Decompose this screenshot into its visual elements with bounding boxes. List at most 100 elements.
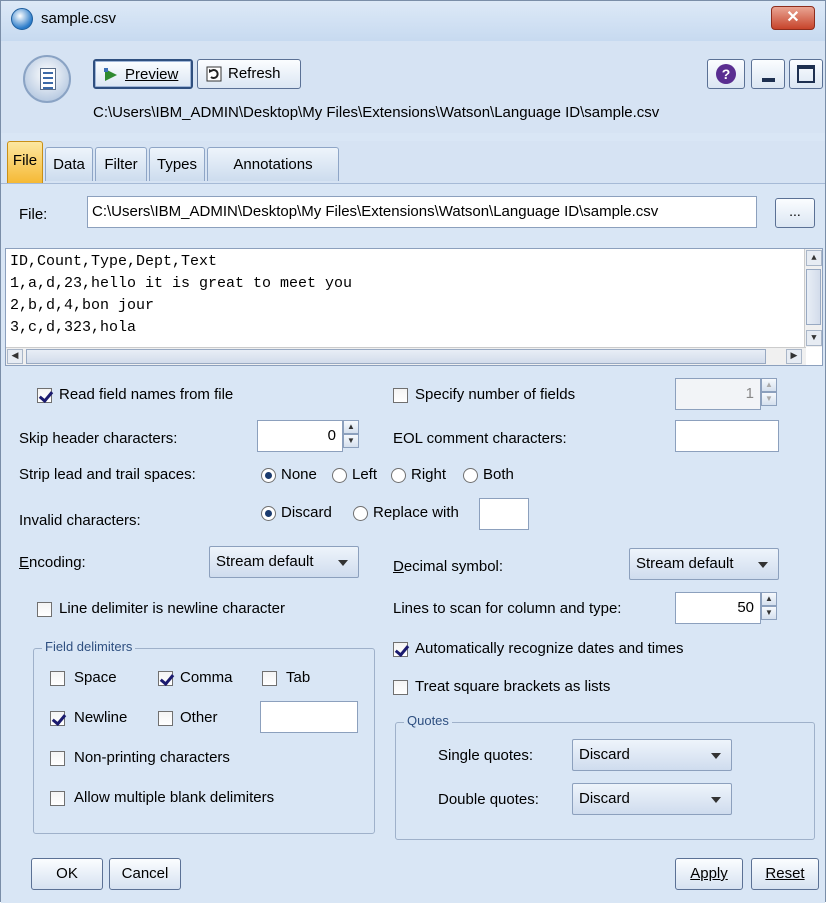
scroll-left-arrow-icon[interactable]: ◀: [7, 349, 23, 364]
refresh-icon: [206, 66, 222, 82]
space-label: Space: [74, 669, 117, 686]
invalid-chars-label: Invalid characters:: [19, 512, 141, 529]
num-fields-input: 1: [675, 378, 761, 410]
refresh-label: Refresh: [228, 65, 281, 82]
refresh-button[interactable]: Refresh: [197, 59, 301, 89]
encoding-value: Stream default: [216, 553, 314, 570]
invalid-discard-radio[interactable]: [261, 506, 276, 521]
horizontal-scrollbar[interactable]: ◀ ▶: [6, 347, 806, 365]
strip-left-radio[interactable]: [332, 468, 347, 483]
reset-button[interactable]: Reset: [751, 858, 819, 890]
multiple-blank-label: Allow multiple blank delimiters: [74, 789, 275, 806]
preview-line: 2,b,d,4,bon jour: [10, 297, 155, 314]
strip-both-radio[interactable]: [463, 468, 478, 483]
space-checkbox[interactable]: [50, 671, 65, 686]
quotes-group: Quotes Single quotes: Discard Double quo…: [395, 713, 815, 840]
decimal-symbol-dropdown[interactable]: Stream default: [629, 548, 779, 580]
scroll-up-arrow-icon[interactable]: ▲: [806, 250, 822, 266]
scroll-down-arrow-icon[interactable]: ▼: [806, 330, 822, 346]
read-field-names-label: Read field names from file: [59, 386, 234, 403]
title-bar[interactable]: sample.csv ✕: [1, 1, 825, 41]
vertical-scroll-thumb[interactable]: [806, 269, 821, 325]
comma-checkbox[interactable]: [158, 671, 173, 686]
strip-right-label: Right: [411, 466, 447, 483]
specify-fields-checkbox[interactable]: [393, 388, 408, 403]
tab-annotations[interactable]: Annotations: [207, 147, 339, 181]
tab-label: Tab: [286, 669, 311, 686]
strip-right-radio[interactable]: [391, 468, 406, 483]
field-delimiters-group: Field delimiters Space Comma Tab Newline…: [33, 639, 375, 834]
invalid-discard-label: Discard: [281, 504, 332, 521]
preview-button[interactable]: Preview: [93, 59, 193, 89]
single-quotes-dropdown[interactable]: Discard: [572, 739, 732, 771]
browse-button[interactable]: ...: [775, 198, 815, 228]
strip-none-radio[interactable]: [261, 468, 276, 483]
document-icon: [23, 55, 71, 103]
scroll-right-arrow-icon[interactable]: ▶: [786, 349, 802, 364]
non-printing-checkbox[interactable]: [50, 751, 65, 766]
read-field-names-checkbox[interactable]: [37, 388, 52, 403]
skip-header-stepper[interactable]: ▲ ▼: [343, 420, 359, 450]
chevron-down-icon: [711, 753, 721, 759]
eol-comment-input[interactable]: [675, 420, 779, 452]
window-title: sample.csv: [41, 10, 117, 27]
skip-header-label: Skip header characters:: [19, 430, 178, 447]
preview-line: 1,a,d,23,hello it is great to meet you: [10, 275, 353, 292]
square-brackets-checkbox[interactable]: [393, 680, 408, 695]
file-path-input[interactable]: C:\Users\IBM_ADMIN\Desktop\My Files\Exte…: [87, 196, 757, 228]
maximize-button[interactable]: [789, 59, 823, 89]
horizontal-scroll-thumb[interactable]: [26, 349, 766, 364]
invalid-replace-label: Replace with: [373, 504, 459, 521]
lines-to-scan-input[interactable]: 50: [675, 592, 761, 624]
other-delimiter-input[interactable]: [260, 701, 358, 733]
single-quotes-label: Single quotes:: [438, 747, 534, 764]
replace-with-input[interactable]: [479, 498, 529, 530]
auto-dates-checkbox[interactable]: [393, 642, 408, 657]
vertical-scrollbar[interactable]: ▲ ▼: [804, 249, 822, 347]
lines-to-scan-label: Lines to scan for column and type:: [393, 600, 622, 617]
apply-button[interactable]: Apply: [675, 858, 743, 890]
double-quotes-dropdown[interactable]: Discard: [572, 783, 732, 815]
preview-label: Preview: [125, 66, 179, 83]
tab-checkbox[interactable]: [262, 671, 277, 686]
close-icon: ✕: [786, 9, 800, 26]
other-label: Other: [180, 709, 218, 726]
skip-header-input[interactable]: 0: [257, 420, 343, 452]
eol-comment-label: EOL comment characters:: [393, 430, 567, 447]
multiple-blank-checkbox[interactable]: [50, 791, 65, 806]
toolbar: Preview Refresh ? C:\Users\IBM_ADMIN\Des…: [1, 41, 825, 133]
chevron-down-icon: [338, 560, 348, 566]
tab-file[interactable]: File: [7, 141, 43, 183]
auto-dates-label: Automatically recognize dates and times: [415, 640, 684, 657]
file-label: File:: [19, 206, 48, 223]
other-checkbox[interactable]: [158, 711, 173, 726]
single-quotes-value: Discard: [579, 746, 630, 763]
close-button[interactable]: ✕: [771, 6, 815, 30]
decimal-symbol-label: Decimal symbol:: [393, 558, 504, 575]
num-fields-stepper: ▲ ▼: [761, 378, 777, 408]
newline-checkbox[interactable]: [50, 711, 65, 726]
lines-to-scan-stepper[interactable]: ▲ ▼: [761, 592, 777, 622]
tab-data[interactable]: Data: [45, 147, 93, 181]
line-delimiter-checkbox[interactable]: [37, 602, 52, 617]
strip-spaces-label: Strip lead and trail spaces:: [19, 466, 196, 483]
invalid-replace-radio[interactable]: [353, 506, 368, 521]
line-delimiter-label: Line delimiter is newline character: [59, 600, 285, 617]
cancel-button[interactable]: Cancel: [109, 858, 181, 890]
tab-filter[interactable]: Filter: [95, 147, 147, 181]
file-tab-panel: File: C:\Users\IBM_ADMIN\Desktop\My File…: [1, 183, 825, 903]
chevron-down-icon: [711, 797, 721, 803]
help-button[interactable]: ?: [707, 59, 745, 89]
minimize-button[interactable]: [751, 59, 785, 89]
tab-types[interactable]: Types: [149, 147, 205, 181]
preview-line: 3,c,d,323,hola: [10, 319, 137, 336]
strip-left-label: Left: [352, 466, 378, 483]
encoding-dropdown[interactable]: Stream default: [209, 546, 359, 578]
double-quotes-label: Double quotes:: [438, 791, 539, 808]
tab-strip: File Data Filter Types Annotations: [1, 141, 825, 183]
file-preview-area[interactable]: ID,Count,Type,Dept,Text 1,a,d,23,hello i…: [5, 248, 823, 366]
source-path: C:\Users\IBM_ADMIN\Desktop\My Files\Exte…: [93, 104, 660, 121]
ok-button[interactable]: OK: [31, 858, 103, 890]
field-delimiters-title: Field delimiters: [42, 639, 136, 654]
decimal-symbol-value: Stream default: [636, 555, 734, 572]
